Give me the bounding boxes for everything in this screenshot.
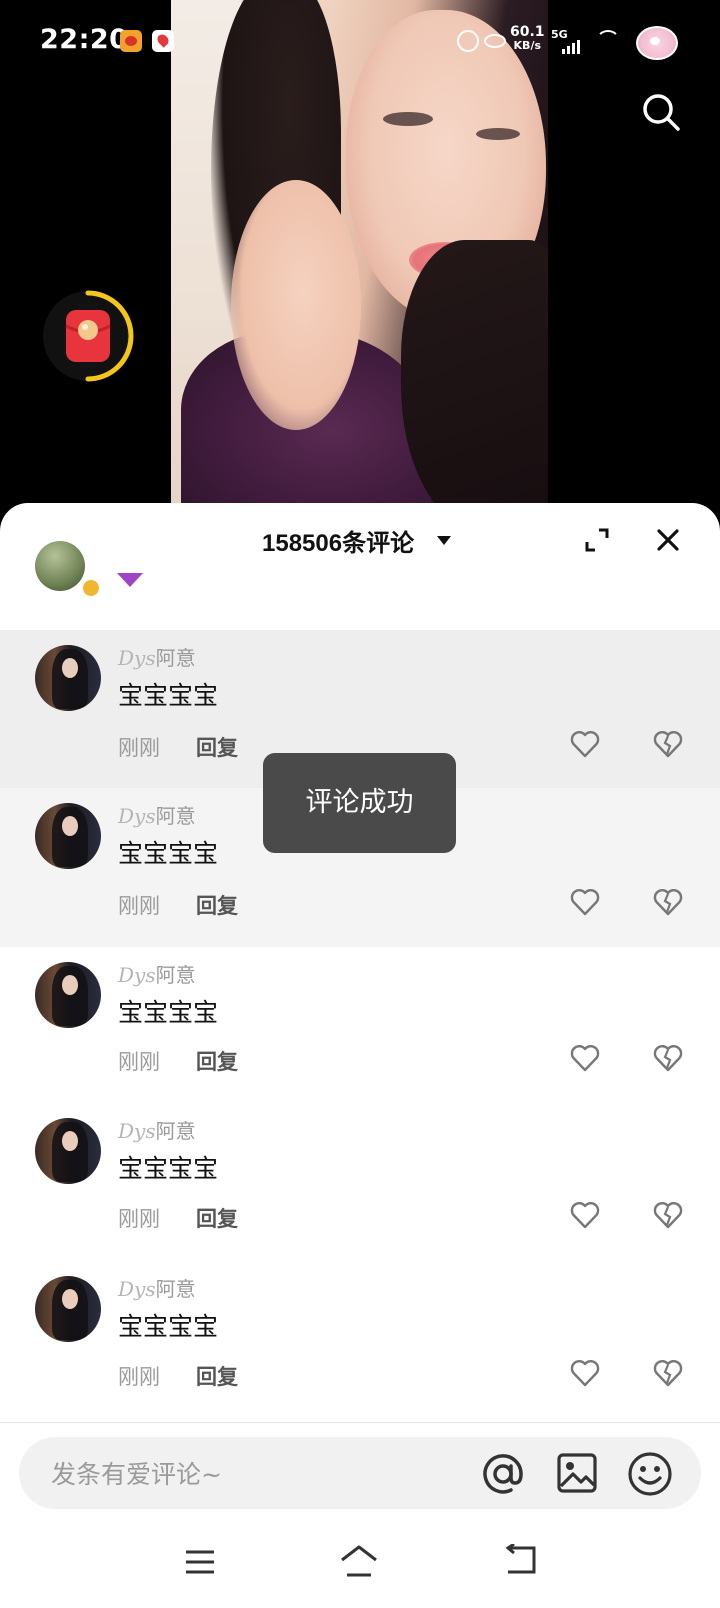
reply-button[interactable]: 回复 [196,1203,238,1233]
like-heart-icon[interactable] [570,1201,600,1229]
net-speed-unit: KB/s [513,39,542,52]
reply-button[interactable]: 回复 [196,890,238,920]
video-eye-right [476,128,520,140]
video-eye-left [383,112,433,126]
weibo-app-icon [120,30,142,52]
video-hair-right [401,240,548,520]
comment-time: 刚刚 [118,736,160,760]
at-mention-icon[interactable] [481,1452,525,1496]
comment-time: 刚刚 [118,1365,160,1389]
avatar[interactable] [35,962,101,1028]
battery-icon [636,26,678,60]
dislike-broken-heart-icon[interactable] [653,730,683,758]
status-time: 22:20 [40,24,129,55]
video-hand [231,180,361,430]
comment-text: 宝宝宝宝 [118,839,219,868]
image-icon[interactable] [556,1452,598,1494]
verified-badge-icon [81,578,101,598]
comment-item[interactable]: Dys阿意 宝宝宝宝 刚刚 回复 [0,1261,720,1421]
screen: 22:20 60.1 KB/s 5G 158506条评论 Dys阿意 宝宝宝宝 … [0,0,720,1608]
comment-text: 宝宝宝宝 [118,681,219,710]
eye-protection-icon [484,34,506,48]
alarm-icon [457,30,479,52]
emoji-icon[interactable] [627,1451,673,1497]
dislike-broken-heart-icon[interactable] [653,1359,683,1387]
video-player[interactable] [171,0,548,520]
like-heart-icon[interactable] [570,888,600,916]
purple-badge-icon [117,573,143,587]
net-speed: 60.1 KB/s [510,24,545,52]
divider [0,1422,720,1423]
comment-item[interactable]: Dys阿意 宝宝宝宝 刚刚 回复 [0,1103,720,1261]
home-icon[interactable] [338,1544,380,1578]
avatar[interactable] [35,803,101,869]
comment-username[interactable]: Dys阿意 [118,959,196,988]
toast-message: 评论成功 [263,753,456,853]
comment-username[interactable]: Dys阿意 [118,800,196,829]
comment-username[interactable]: Dys阿意 [118,1273,196,1302]
search-icon[interactable] [641,92,681,132]
comment-input-bar[interactable]: 发条有爱评论~ [19,1437,701,1509]
back-icon[interactable] [502,1544,538,1576]
avatar[interactable] [35,645,101,711]
avatar[interactable] [35,541,85,591]
dislike-broken-heart-icon[interactable] [653,1201,683,1229]
caret-down-icon[interactable] [437,536,451,545]
comment-time: 刚刚 [118,894,160,918]
partial-comment-row [0,541,720,598]
comment-time: 刚刚 [118,1207,160,1231]
avatar[interactable] [35,1118,101,1184]
avatar[interactable] [35,1276,101,1342]
comment-time: 刚刚 [118,1050,160,1074]
comment-count-title[interactable]: 158506条评论 [262,523,414,558]
like-heart-icon[interactable] [570,1359,600,1387]
close-icon[interactable] [655,527,681,553]
reply-button[interactable]: 回复 [196,1361,238,1391]
comment-text: 宝宝宝宝 [118,998,219,1027]
comment-username[interactable]: Dys阿意 [118,1115,196,1144]
expand-icon[interactable] [584,527,610,553]
comment-text: 宝宝宝宝 [118,1154,219,1183]
reply-button[interactable]: 回复 [196,1046,238,1076]
signal-icon [562,38,584,54]
menu-icon[interactable] [184,1548,216,1576]
map-app-icon [152,30,174,52]
comment-item[interactable]: Dys阿意 宝宝宝宝 刚刚 回复 [0,947,720,1103]
wifi-icon [596,30,620,52]
comment-username[interactable]: Dys阿意 [118,642,196,671]
dislike-broken-heart-icon[interactable] [653,1044,683,1072]
red-packet-icon[interactable] [42,290,138,386]
comment-text: 宝宝宝宝 [118,1312,219,1341]
net-speed-value: 60.1 [510,24,545,40]
like-heart-icon[interactable] [570,1044,600,1072]
system-nav-bar [0,1520,720,1608]
comment-input-placeholder[interactable]: 发条有爱评论~ [51,1455,222,1491]
dislike-broken-heart-icon[interactable] [653,888,683,916]
reply-button[interactable]: 回复 [196,732,238,762]
like-heart-icon[interactable] [570,730,600,758]
